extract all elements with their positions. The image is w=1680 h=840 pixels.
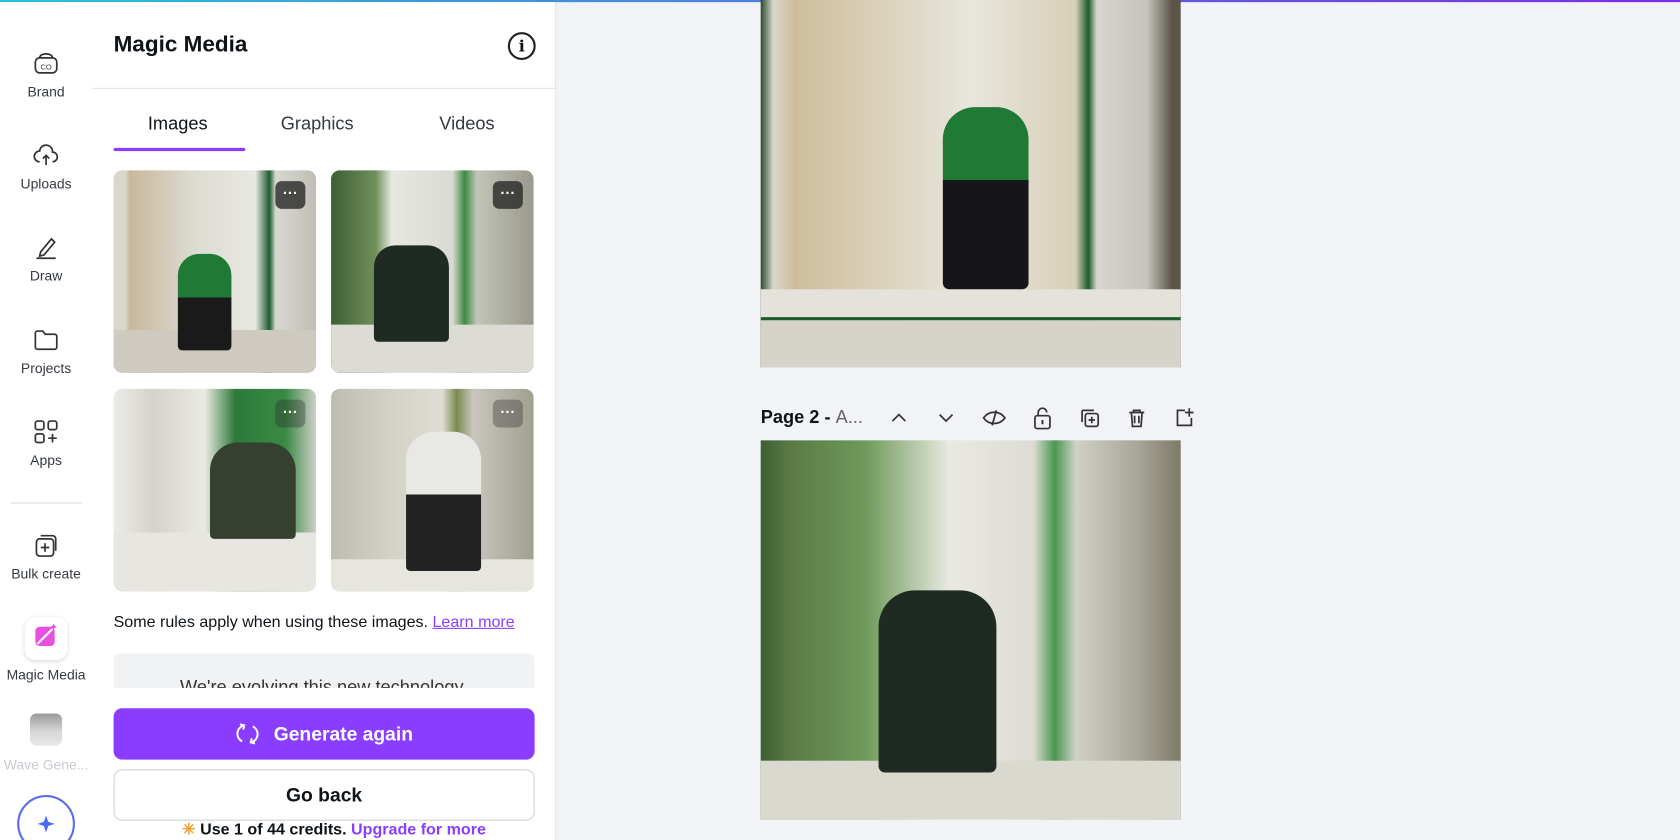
canvas-page-2[interactable] <box>760 440 1181 820</box>
more-options-button[interactable]: ··· <box>275 399 306 428</box>
sparkle-icon <box>37 815 55 833</box>
tab-graphics[interactable]: Graphics <box>281 114 354 135</box>
rail-divider <box>10 502 82 504</box>
apps-icon <box>34 420 58 444</box>
rail-label: Projects <box>20 359 72 377</box>
rail-label: Uploads <box>20 175 72 192</box>
sparkle-icon: ✳ <box>182 820 196 839</box>
generated-image-3[interactable]: ··· <box>113 388 317 592</box>
rail-item-apps[interactable]: Apps <box>0 418 92 468</box>
rail-label: Brand <box>27 83 65 100</box>
go-back-button[interactable]: Go back <box>113 769 535 821</box>
generate-again-label: Generate again <box>273 722 414 745</box>
rail-label: Draw <box>29 267 63 284</box>
duplicate-page-icon[interactable] <box>1079 407 1100 428</box>
usage-rules: Some rules apply when using these images… <box>114 613 515 631</box>
magic-media-panel: Magic Media i Images Graphics Videos ···… <box>92 2 557 840</box>
pen-icon <box>36 237 56 260</box>
divider <box>92 87 555 89</box>
rail-item-uploads[interactable]: Uploads <box>0 141 92 192</box>
chevron-down-icon[interactable] <box>936 407 957 428</box>
trash-icon[interactable] <box>1127 407 1148 428</box>
side-rail: CO Brand Uploads Draw Projects Apps Bulk… <box>0 2 93 840</box>
refresh-icon <box>236 723 260 745</box>
notice-box: We're evolving this new technology <box>113 653 535 688</box>
rail-label: Bulk create <box>11 565 81 582</box>
notice-text: We're evolving this new technology <box>179 677 464 688</box>
credits-count: Use 1 of 44 credits. <box>200 820 347 839</box>
page-toolbar: Page 2 - A... <box>761 403 1195 433</box>
generate-again-button[interactable]: Generate again <box>113 708 535 760</box>
more-options-button[interactable]: ··· <box>492 181 523 209</box>
rail-item-projects[interactable]: Projects <box>0 326 92 376</box>
page-number: Page 2 - <box>760 407 831 428</box>
svg-text:CO: CO <box>40 63 51 72</box>
panel-title: Magic Media <box>113 32 248 57</box>
cloud-upload-icon <box>33 144 59 165</box>
brand-icon: CO <box>34 52 58 74</box>
unlock-icon[interactable] <box>1032 406 1053 430</box>
generated-image-1[interactable]: ··· <box>113 170 317 373</box>
magic-media-icon <box>35 623 57 647</box>
tab-images[interactable]: Images <box>148 114 208 135</box>
rail-item-bulk-create[interactable]: Bulk create <box>0 531 92 582</box>
active-tab-indicator <box>113 147 246 152</box>
generated-image-4[interactable]: ··· <box>331 388 534 592</box>
more-options-button[interactable]: ··· <box>275 181 306 209</box>
rail-item-brand[interactable]: CO Brand <box>0 49 92 100</box>
bulk-create-icon <box>35 534 57 557</box>
canvas-page-1[interactable] <box>760 0 1181 368</box>
hide-eye-icon[interactable] <box>982 407 1007 428</box>
generated-image-2[interactable]: ··· <box>331 170 534 373</box>
wave-generator-icon <box>29 713 63 746</box>
add-page-icon[interactable] <box>1174 407 1195 428</box>
rules-text: Some rules apply when using these images… <box>113 612 429 632</box>
rail-item-draw[interactable]: Draw <box>0 234 92 284</box>
tab-videos[interactable]: Videos <box>439 114 494 135</box>
credits-text: ✳ Use 1 of 44 credits. Upgrade for more <box>182 820 486 839</box>
learn-more-link[interactable]: Learn more <box>432 613 514 631</box>
more-options-button[interactable]: ··· <box>492 399 523 428</box>
chevron-up-icon[interactable] <box>889 407 910 428</box>
upgrade-link[interactable]: Upgrade for more <box>351 821 486 839</box>
rail-item-wave-generator[interactable]: Wave Gene... <box>0 713 92 773</box>
magic-assistant-button[interactable] <box>17 794 75 840</box>
rail-label: Apps <box>30 452 62 469</box>
rail-item-magic-media[interactable]: Magic Media <box>0 617 92 682</box>
rail-label: Magic Media <box>6 666 86 683</box>
folder-icon <box>34 330 58 351</box>
page-title-input[interactable]: A... <box>836 407 863 428</box>
info-icon[interactable]: i <box>507 32 536 60</box>
rail-label: Wave Gene... <box>3 756 89 773</box>
